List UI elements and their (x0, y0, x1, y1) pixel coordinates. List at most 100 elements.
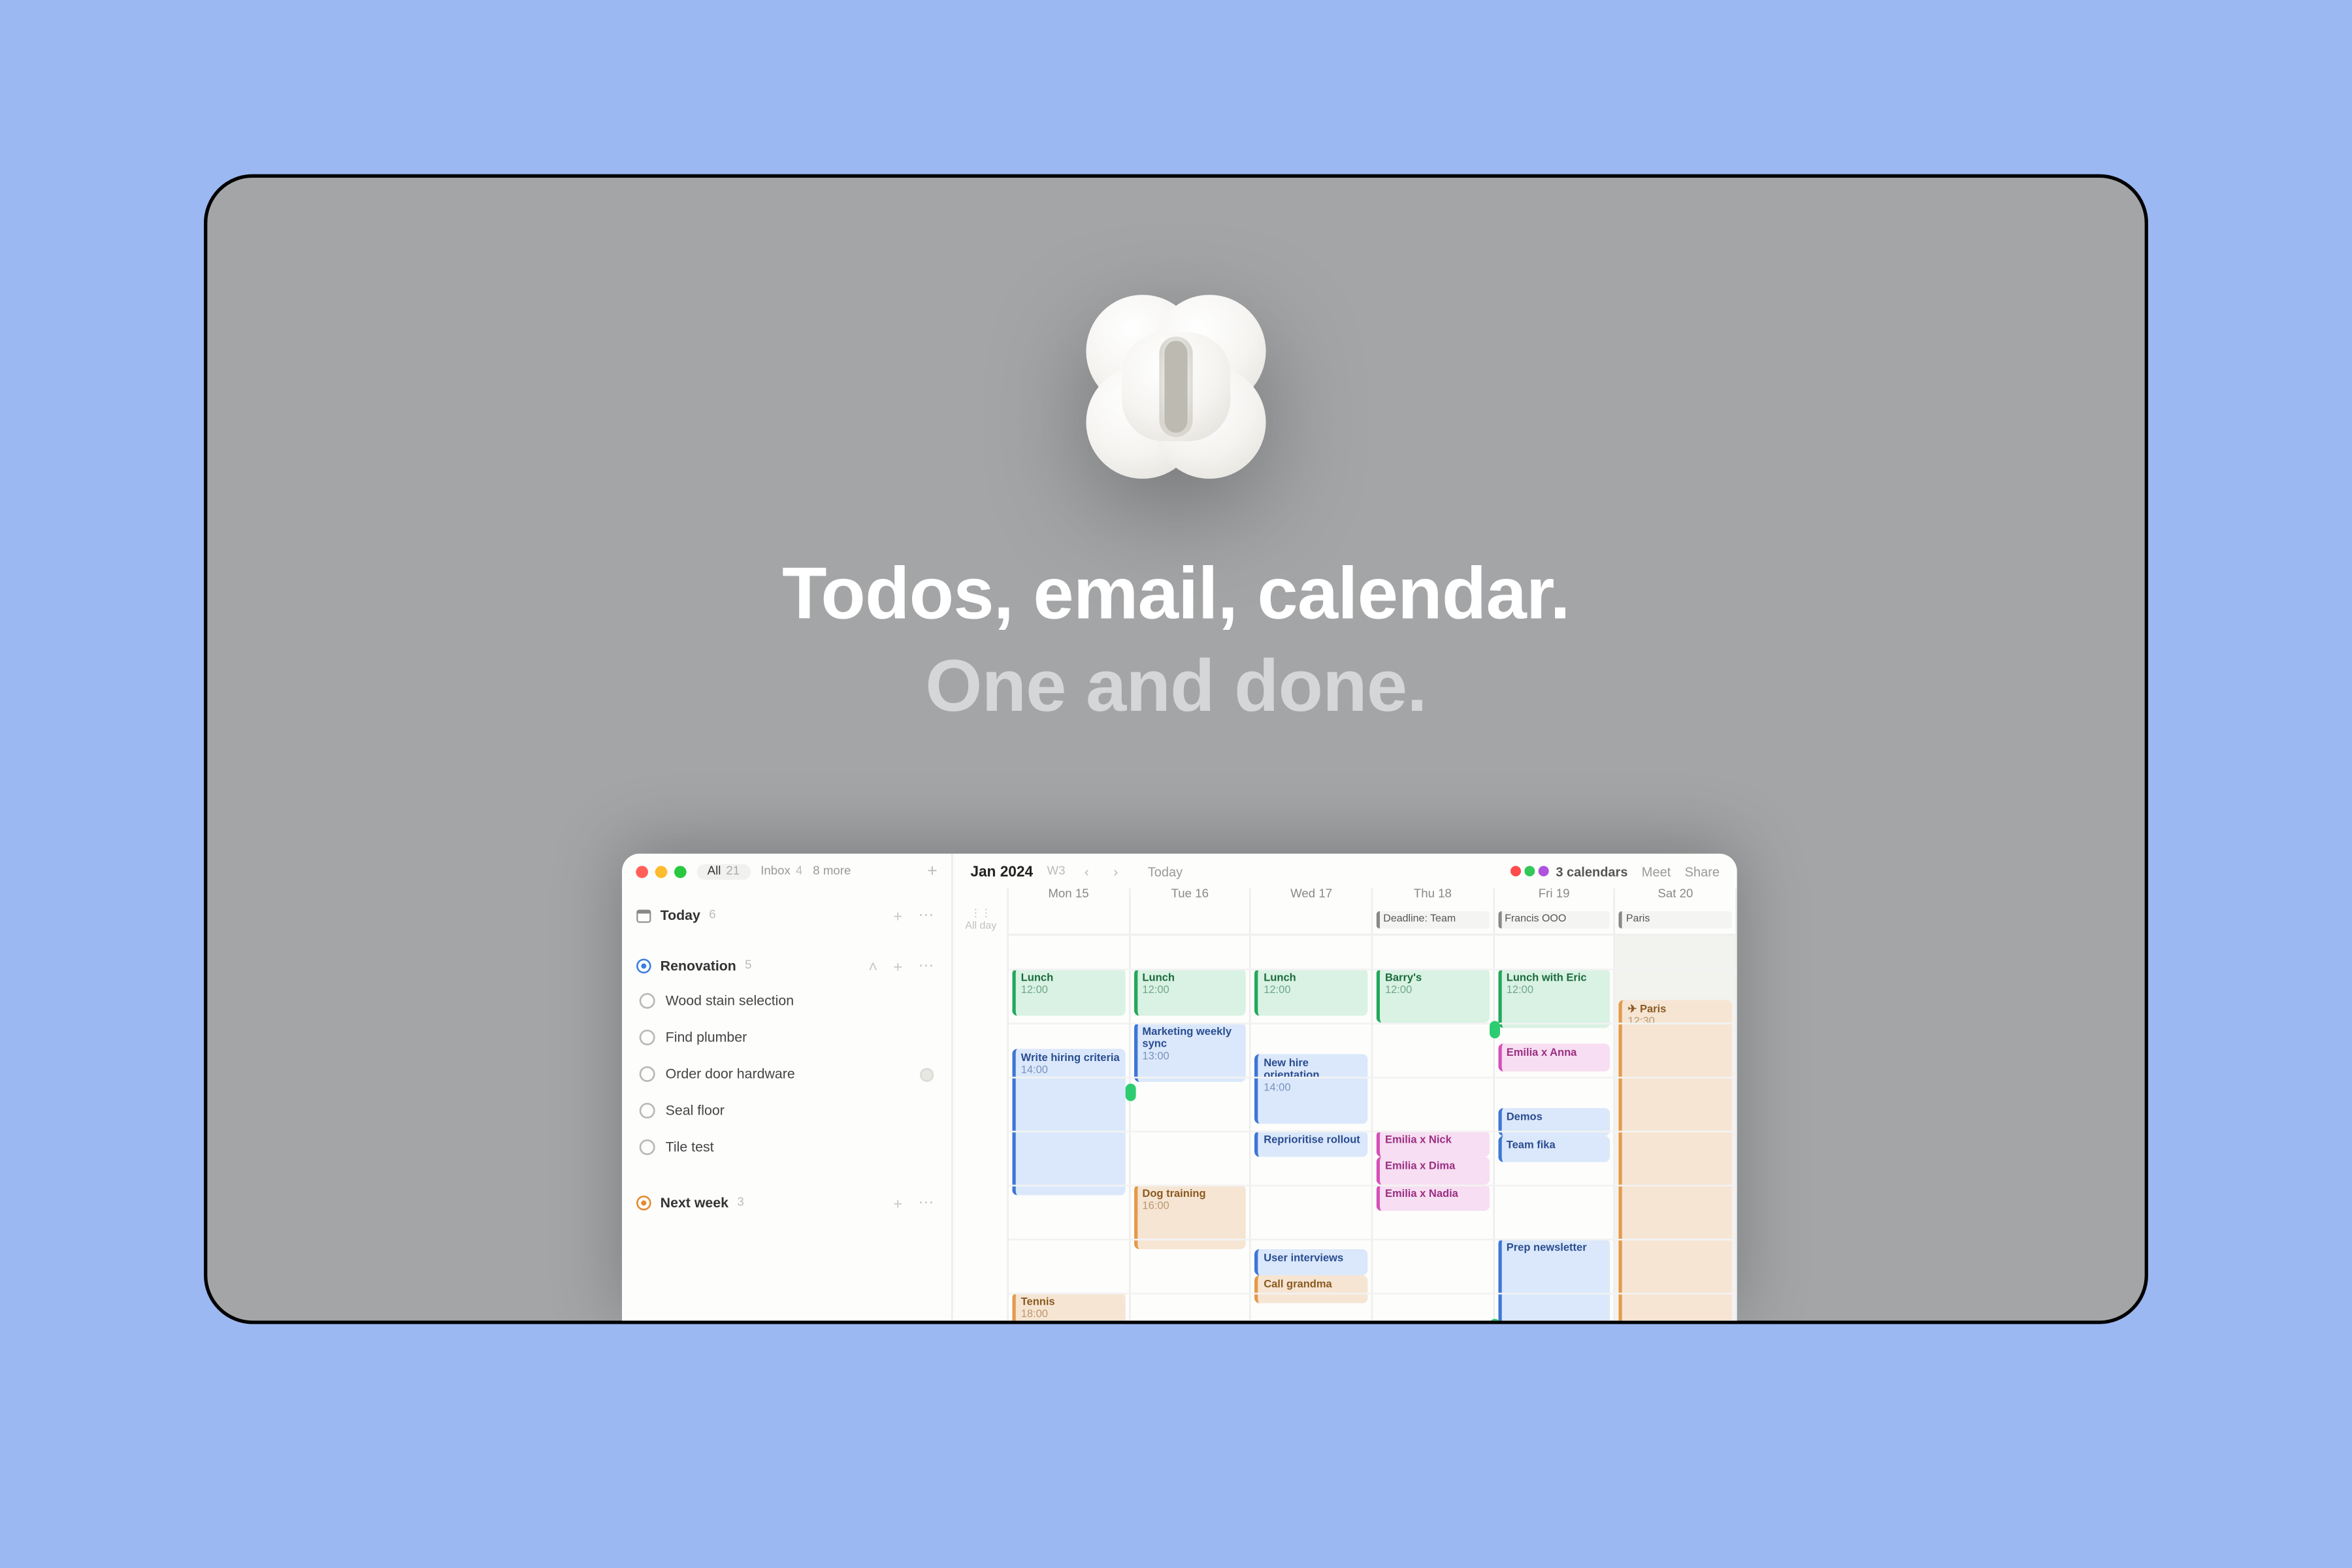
calendar-event[interactable]: Lunch12:00 (1012, 968, 1124, 1017)
calendars-selector[interactable]: 3 calendars (1511, 863, 1627, 879)
calendar-event[interactable]: Prep newsletter (1497, 1238, 1610, 1324)
day-header: Wed 17 (1252, 889, 1373, 909)
day-column[interactable]: Barry's12:00 Emilia x NickEmilia x DimaEm… (1373, 936, 1494, 1324)
calendar-event[interactable]: Demos (1497, 1109, 1610, 1135)
add-item-button[interactable]: + (890, 907, 906, 924)
todo-label: Seal floor (666, 1103, 725, 1119)
calendar-event[interactable]: Team fika (1497, 1135, 1610, 1162)
calendar-event[interactable]: Lunch with Eric12:00 (1497, 968, 1610, 1028)
more-button[interactable]: ⋯ (915, 906, 938, 925)
calendars-label: 3 calendars (1556, 863, 1627, 879)
prev-button[interactable]: ‹ (1079, 863, 1094, 879)
checkbox-icon[interactable] (640, 993, 655, 1009)
todo-item[interactable]: Find plumber (636, 1019, 937, 1056)
add-button[interactable]: + (927, 862, 938, 881)
section-today[interactable]: Today 6 + ⋯ (636, 896, 937, 932)
all-day-cell[interactable] (1130, 909, 1252, 934)
target-icon (636, 958, 651, 974)
calendar-event[interactable]: Lunch12:00 (1255, 968, 1367, 1017)
all-day-cell[interactable] (1252, 909, 1373, 934)
day-column[interactable]: Lunch12:00 Write hiring criteria14:00 Tenn… (1009, 936, 1130, 1324)
calendar-event[interactable]: Marketing weekly sync13:00 (1134, 1022, 1246, 1081)
todo-item[interactable]: Wood stain selection (636, 983, 937, 1019)
add-item-button[interactable]: + (890, 957, 906, 975)
section-title: Today (661, 907, 700, 923)
all-day-label: ⋮⋮ All day (953, 889, 1009, 936)
all-day-event[interactable]: Deadline: Team (1377, 911, 1489, 929)
window-controls[interactable] (636, 865, 686, 877)
hero-subheadline: One and done. (207, 645, 2144, 728)
collapse-button[interactable]: ˄ (865, 957, 881, 975)
calendar-event[interactable]: Emilia x Dima (1377, 1157, 1489, 1184)
checkbox-icon[interactable] (640, 1066, 655, 1082)
minimize-icon[interactable] (655, 865, 668, 877)
todo-label: Find plumber (666, 1030, 747, 1045)
day-header: Thu 18 (1373, 889, 1494, 909)
calendar-event[interactable]: Lunch12:00 (1134, 968, 1246, 1017)
share-button[interactable]: Share (1685, 863, 1720, 879)
todo-item[interactable]: Order door hardware (636, 1056, 937, 1092)
day-header: Tue 16 (1130, 889, 1252, 909)
sidebar: All 21 Inbox 4 8 more + (622, 854, 953, 1324)
day-column[interactable]: Lunch12:00 New hire orientation14:00 Repri… (1252, 936, 1373, 1324)
calendar-toolbar: Jan 2024 W3 ‹ › Today 3 calendars Meet S… (953, 854, 1737, 889)
drag-handle-icon: ⋮⋮ (970, 907, 991, 920)
more-button[interactable]: ⋯ (915, 1194, 938, 1213)
day-column[interactable]: ✈︎ Paris12:30 (1616, 936, 1737, 1324)
calendar-event[interactable]: User interviews (1255, 1249, 1367, 1275)
all-day-event[interactable]: Francis OOO (1497, 911, 1610, 929)
todo-list: Wood stain selection Find plumber Order do… (636, 983, 937, 1166)
add-item-button[interactable]: + (890, 1194, 906, 1212)
tab-label: All (708, 865, 721, 877)
calendar-event[interactable]: Emilia x Nadia (1377, 1184, 1489, 1211)
tab-label: Inbox (760, 865, 791, 877)
next-button[interactable]: › (1108, 863, 1123, 879)
event-handle-icon[interactable] (1489, 1021, 1499, 1039)
meet-button[interactable]: Meet (1642, 863, 1671, 879)
all-day-cell[interactable] (1009, 909, 1130, 934)
calendar-event[interactable]: New hire orientation14:00 (1255, 1054, 1367, 1124)
section-title: Next week (661, 1195, 728, 1211)
checkbox-icon[interactable] (640, 1139, 655, 1155)
calendar-event[interactable]: Call grandma (1255, 1276, 1367, 1303)
tab-inbox[interactable]: Inbox 4 (760, 865, 802, 877)
calendar-dots-icon (1511, 866, 1549, 876)
calendar-event[interactable]: Write hiring criteria14:00 (1012, 1049, 1124, 1195)
calendar-event[interactable]: Emilia x Nick (1377, 1130, 1489, 1157)
tag-icon[interactable] (920, 1067, 934, 1081)
tab-more[interactable]: 8 more (813, 865, 851, 877)
todo-item[interactable]: Tile test (636, 1129, 937, 1166)
target-icon (636, 1195, 651, 1211)
calendar-event[interactable]: Tennis18:00 (1012, 1292, 1124, 1324)
all-day-cell[interactable]: Francis OOO (1494, 909, 1616, 934)
month-label: Jan 2024 (970, 862, 1033, 880)
calendar-event[interactable]: Barry's12:00 (1377, 968, 1489, 1022)
tab-all[interactable]: All 21 (697, 863, 751, 879)
more-button[interactable]: ⋯ (915, 956, 938, 975)
day-header: Fri 19 (1494, 889, 1616, 909)
day-header: Sat 20 (1616, 889, 1737, 909)
sidebar-topbar: All 21 Inbox 4 8 more + (622, 854, 951, 889)
section-next-week[interactable]: Next week 3 + ⋯ (636, 1183, 937, 1220)
todo-label: Wood stain selection (666, 993, 794, 1009)
hero-headline: Todos, email, calendar. (207, 552, 2144, 636)
section-renovation[interactable]: Renovation 5 ˄ + ⋯ (636, 946, 937, 983)
calendar-event[interactable]: ✈︎ Paris12:30 (1619, 1000, 1731, 1324)
todo-item[interactable]: Seal floor (636, 1092, 937, 1129)
today-button[interactable]: Today (1148, 863, 1183, 879)
all-day-event[interactable]: Paris (1619, 911, 1731, 929)
calendar-event[interactable]: Dog training16:00 (1134, 1184, 1246, 1249)
checkbox-icon[interactable] (640, 1030, 655, 1045)
all-day-cell[interactable]: Deadline: Team (1373, 909, 1494, 934)
close-icon[interactable] (636, 865, 648, 877)
calendar-event[interactable]: Emilia x Anna (1497, 1043, 1610, 1070)
day-headers: Mon 15Tue 16Wed 17Thu 18Fri 19Sat 20 (1009, 889, 1737, 909)
event-handle-icon[interactable] (1125, 1083, 1135, 1101)
calendar-event[interactable]: Reprioritise rollout (1255, 1130, 1367, 1157)
checkbox-icon[interactable] (640, 1103, 655, 1119)
day-column[interactable]: Lunch12:00 Marketing weekly sync13:00 Dog … (1130, 936, 1252, 1324)
calendar-grid[interactable]: 12:0013:0014:0015:0016:0017:0018:00 ⋮⋮ A… (953, 889, 1737, 1324)
all-day-cell[interactable]: Paris (1616, 909, 1737, 934)
day-column[interactable]: Lunch with Eric12:00 Emilia x Anna DemosTe… (1494, 936, 1616, 1324)
zoom-icon[interactable] (674, 865, 687, 877)
